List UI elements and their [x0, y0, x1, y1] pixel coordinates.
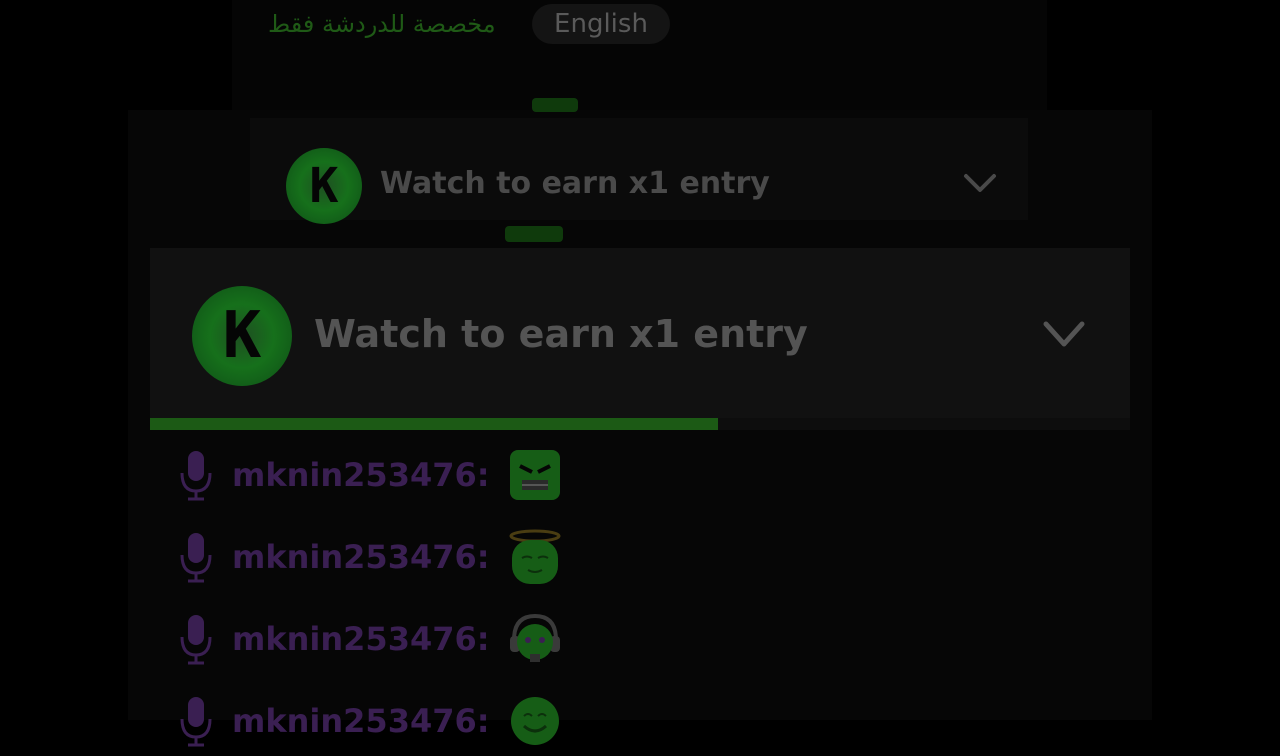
- microphone-icon: [180, 697, 212, 747]
- reward-panel-title: Watch to earn x1 entry: [314, 312, 808, 356]
- chat-message: mknin253476 :: [176, 522, 876, 592]
- chat-only-note: مخصصة للدردشة فقط: [268, 10, 496, 38]
- ghost-emote: [532, 98, 578, 112]
- chat-separator: :: [476, 456, 490, 494]
- chat-separator: :: [476, 538, 490, 576]
- reward-panel-title: Watch to earn x1 entry: [380, 166, 770, 201]
- chat-username[interactable]: mknin253476: [232, 702, 477, 740]
- chat-username[interactable]: mknin253476: [232, 456, 477, 494]
- watch-progress-bar: [150, 418, 1130, 430]
- chat-message: mknin253476 :: [176, 604, 876, 674]
- chat-separator: :: [476, 620, 490, 658]
- kick-badge-icon: K: [286, 148, 362, 224]
- chat-message: mknin253476 :: [176, 440, 876, 510]
- headphones-face-emote-icon: [509, 613, 560, 662]
- reward-panel-expanded[interactable]: K Watch to earn x1 entry: [150, 248, 1130, 430]
- halo-face-emote-icon: [509, 529, 561, 584]
- chat-username[interactable]: mknin253476: [232, 620, 477, 658]
- microphone-icon: [180, 451, 212, 501]
- angry-face-emote-icon: [509, 450, 560, 500]
- smile-face-emote-icon: [510, 697, 559, 745]
- ghost-emote: [505, 226, 563, 242]
- language-toggle-button[interactable]: English: [532, 4, 670, 44]
- reward-panel-collapsed[interactable]: K Watch to earn x1 entry: [250, 118, 1028, 224]
- chevron-down-icon[interactable]: [1042, 320, 1086, 350]
- chat-username[interactable]: mknin253476: [232, 538, 477, 576]
- chat-message: mknin253476 :: [176, 686, 876, 756]
- kick-badge-icon: K: [192, 286, 292, 386]
- chevron-down-icon[interactable]: [962, 172, 998, 196]
- watch-progress-fill: [150, 418, 719, 430]
- microphone-icon: [180, 533, 212, 583]
- chat-separator: :: [476, 702, 490, 740]
- microphone-icon: [180, 615, 212, 665]
